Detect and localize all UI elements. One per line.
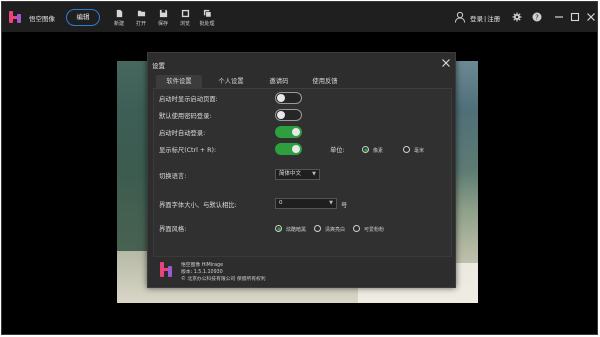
about-copyright: © 北京办公科技有限公司 保留所有权利	[181, 277, 266, 282]
about-section: 悟空图像 HiMirage 版本: 1.5.1.10930 © 北京办公科技有限…	[153, 257, 452, 284]
login-link[interactable]: 登录	[470, 15, 483, 23]
tab-invite-code[interactable]: 邀请码	[258, 75, 300, 89]
unit-mm-radio[interactable]	[403, 146, 410, 153]
edit-button[interactable]: 编辑	[66, 9, 100, 26]
gear-icon[interactable]	[512, 12, 522, 22]
app-name: 悟空图像	[29, 15, 55, 23]
save-icon	[159, 9, 168, 18]
auto-login-toggle[interactable]	[275, 126, 302, 138]
language-value: 简体中文	[279, 171, 302, 177]
font-size-unit: 号	[341, 202, 348, 209]
save-label: 保存	[157, 21, 168, 27]
login-register: 登录|注册	[470, 13, 500, 23]
theme-light-radio[interactable]	[314, 225, 321, 232]
software-settings-panel: 启动时显示启动页面: 默认使用密码登录: 启动时自动登录: 显示标尺(Ctrl …	[153, 89, 452, 257]
show-start-page-toggle[interactable]	[275, 92, 302, 104]
theme-label: 界面风格:	[159, 226, 187, 233]
tab-personal-settings[interactable]: 个人设置	[208, 75, 254, 89]
app-window: 悟空图像 编辑 新建 打开 保存 浏览 批处理 登录|注册 ? 设置 软件设置 …	[1, 1, 598, 335]
unit-pixel-radio[interactable]	[362, 146, 369, 153]
font-size-select[interactable]: 0 ▼	[275, 198, 337, 209]
password-login-label: 默认使用密码登录:	[159, 113, 212, 120]
minimize-icon[interactable]	[554, 12, 564, 22]
folder-open-icon	[137, 9, 146, 18]
dialog-title: 设置	[152, 62, 165, 70]
separator: |	[484, 15, 487, 23]
language-label: 切换语言:	[159, 173, 187, 180]
open-button[interactable]: 打开	[130, 9, 152, 27]
close-window-icon[interactable]	[586, 12, 596, 22]
font-size-label: 界面字体大小、与默认相比:	[159, 202, 237, 209]
browse-button[interactable]: 浏览	[174, 9, 196, 27]
browse-label: 浏览	[179, 21, 190, 27]
unit-mm-label: 毫米	[414, 148, 425, 154]
show-ruler-label: 显示标尺(Ctrl + R):	[159, 147, 217, 154]
maximize-icon[interactable]	[570, 12, 580, 22]
top-toolbar: 悟空图像 编辑 新建 打开 保存 浏览 批处理 登录|注册 ?	[2, 2, 597, 32]
new-label: 新建	[113, 21, 124, 27]
tab-software-settings[interactable]: 软件设置	[156, 75, 202, 89]
app-logo-large	[158, 261, 174, 279]
new-file-icon	[115, 9, 124, 18]
register-link[interactable]: 注册	[487, 15, 500, 23]
language-select[interactable]: 简体中文 ▼	[275, 169, 320, 180]
show-start-page-label: 启动时显示启动页面:	[159, 96, 218, 103]
unit-label: 单位:	[330, 147, 345, 154]
about-version: 版本: 1.5.1.10930	[181, 270, 223, 275]
theme-light-label: 清爽亮白	[325, 227, 346, 233]
browse-icon	[181, 9, 190, 18]
password-login-toggle[interactable]	[275, 109, 302, 121]
help-icon[interactable]: ?	[532, 12, 542, 22]
close-icon[interactable]	[441, 58, 451, 68]
theme-pink-radio[interactable]	[353, 225, 360, 232]
auto-login-label: 启动时自动登录:	[159, 130, 206, 137]
theme-dark-radio[interactable]	[275, 225, 282, 232]
unit-pixel-label: 像素	[373, 148, 384, 154]
batch-button[interactable]: 批处理	[196, 9, 218, 27]
batch-icon	[203, 9, 212, 18]
settings-tabs: 软件设置 个人设置 邀请码 使用反馈	[153, 75, 452, 89]
save-button[interactable]: 保存	[152, 9, 174, 27]
chevron-down-icon: ▼	[312, 171, 316, 177]
about-app-name: 悟空图像 HiMirage	[181, 263, 224, 268]
new-button[interactable]: 新建	[108, 9, 130, 27]
open-label: 打开	[135, 21, 146, 27]
show-ruler-toggle[interactable]	[275, 143, 302, 155]
batch-label: 批处理	[199, 21, 215, 27]
app-logo	[8, 10, 22, 24]
tab-feedback[interactable]: 使用反馈	[301, 75, 349, 89]
theme-pink-label: 可爱粉粉	[364, 227, 385, 233]
settings-dialog: 设置 软件设置 个人设置 邀请码 使用反馈 启动时显示启动页面: 默认使用密码登…	[147, 52, 456, 288]
chevron-down-icon: ▼	[329, 200, 333, 206]
font-size-value: 0	[279, 200, 283, 206]
svg-text:?: ?	[535, 14, 539, 22]
theme-dark-label: 炫酷暗黑	[286, 227, 307, 233]
user-icon[interactable]	[454, 11, 466, 23]
